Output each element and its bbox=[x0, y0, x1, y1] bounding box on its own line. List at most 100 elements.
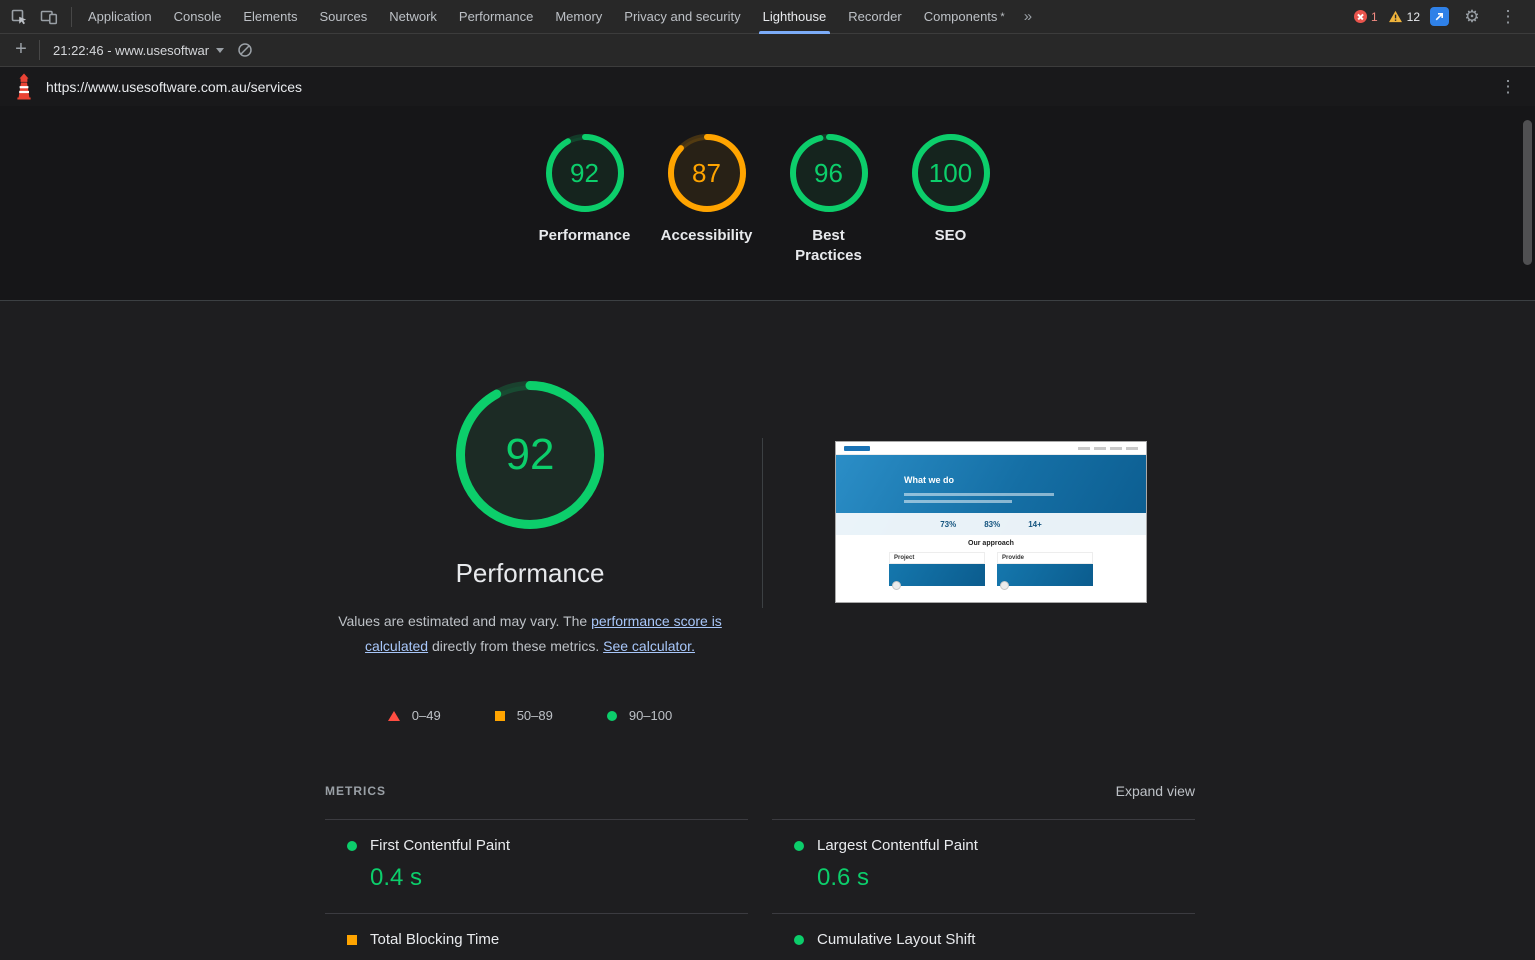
tab-console[interactable]: Console bbox=[163, 0, 233, 34]
tab-network[interactable]: Network bbox=[378, 0, 448, 34]
metric-first-contentful-paint: First Contentful Paint 0.4 s bbox=[325, 819, 748, 913]
thumb-card-label: Provide bbox=[997, 552, 1093, 564]
metrics-title: METRICS bbox=[325, 784, 386, 798]
devtools-window: Application Console Elements Sources Net… bbox=[0, 0, 1535, 960]
category-label: Performance bbox=[539, 226, 631, 246]
thumb-stat: 73% bbox=[940, 520, 956, 529]
legend-range: 0–49 bbox=[412, 708, 441, 723]
error-icon bbox=[1354, 10, 1367, 23]
warning-icon bbox=[1388, 10, 1403, 23]
metrics-header: METRICS Expand view bbox=[325, 783, 1195, 799]
report-menu-icon[interactable]: ⋮ bbox=[1495, 74, 1521, 100]
dropdown-caret-icon bbox=[216, 48, 224, 53]
inspect-icon[interactable] bbox=[6, 4, 32, 30]
category-label: Best Practices bbox=[779, 226, 879, 266]
new-report-button[interactable]: + bbox=[8, 37, 34, 63]
lighthouse-report: 92 Performance 87 Accessibility 96 Best … bbox=[0, 106, 1535, 959]
metrics-section: METRICS Expand view First Contentful Pai… bbox=[325, 783, 1195, 959]
metric-largest-contentful-paint: Largest Contentful Paint 0.6 s bbox=[772, 819, 1195, 913]
metric-status-icon bbox=[794, 935, 804, 945]
thumb-hero: What we do 73% 83% 14+ bbox=[836, 455, 1146, 535]
best-practices-score-gauge: 96 bbox=[790, 134, 868, 212]
accessibility-score-gauge: 87 bbox=[668, 134, 746, 212]
extension-icon[interactable] bbox=[1430, 7, 1449, 26]
legend-range: 50–89 bbox=[517, 708, 553, 723]
tab-recorder[interactable]: Recorder bbox=[837, 0, 912, 34]
thumb-card-image bbox=[889, 564, 985, 586]
tab-memory[interactable]: Memory bbox=[544, 0, 613, 34]
thumb-stat: 83% bbox=[984, 520, 1000, 529]
thumb-logo bbox=[844, 446, 870, 451]
scrollbar[interactable] bbox=[1523, 120, 1532, 265]
error-count: 1 bbox=[1371, 10, 1378, 24]
legend-range: 90–100 bbox=[629, 708, 672, 723]
metric-cumulative-layout-shift: Cumulative Layout Shift bbox=[772, 913, 1195, 959]
seo-score-gauge: 100 bbox=[912, 134, 990, 212]
warning-count: 12 bbox=[1407, 10, 1420, 24]
thumb-nav bbox=[836, 442, 1146, 455]
metric-status-icon bbox=[347, 935, 357, 945]
tab-application[interactable]: Application bbox=[77, 0, 163, 34]
report-selector-dropdown[interactable]: 21:22:46 - www.usesoftwar bbox=[45, 37, 232, 63]
lighthouse-run-bar: + 21:22:46 - www.usesoftwar bbox=[0, 34, 1535, 67]
metric-total-blocking-time: Total Blocking Time bbox=[325, 913, 748, 959]
tab-components[interactable]: Components * bbox=[913, 0, 1016, 34]
performance-main-gauge: 92 bbox=[456, 381, 604, 529]
category-seo[interactable]: 100 SEO bbox=[895, 134, 1007, 300]
toolbar-separator bbox=[71, 7, 72, 27]
category-accessibility[interactable]: 87 Accessibility bbox=[651, 134, 763, 300]
legend-fail: 0–49 bbox=[388, 708, 441, 723]
devtools-menu-icon[interactable]: ⋮ bbox=[1495, 4, 1521, 30]
average-square-icon bbox=[495, 711, 505, 721]
score-legend: 0–49 50–89 90–100 bbox=[305, 708, 755, 723]
tab-performance[interactable]: Performance bbox=[448, 0, 544, 34]
device-toolbar-icon[interactable] bbox=[36, 4, 62, 30]
lighthouse-icon bbox=[14, 73, 34, 100]
thumb-card-image bbox=[997, 564, 1093, 586]
category-performance[interactable]: 92 Performance bbox=[529, 134, 641, 300]
expand-view-button[interactable]: Expand view bbox=[1116, 783, 1195, 799]
thumb-avatar bbox=[1000, 581, 1009, 590]
clear-reports-icon[interactable] bbox=[232, 37, 258, 63]
toolbar-right-icons: 1 12 ⚙ ⋮ bbox=[1354, 4, 1529, 30]
tab-elements[interactable]: Elements bbox=[232, 0, 308, 34]
report-selector-label: 21:22:46 - www.usesoftwar bbox=[53, 43, 209, 58]
tab-privacy-and-security[interactable]: Privacy and security bbox=[613, 0, 751, 34]
vertical-divider bbox=[762, 438, 763, 608]
thumb-hero-title: What we do bbox=[904, 475, 954, 485]
metric-name: First Contentful Paint bbox=[370, 837, 510, 854]
runbar-separator bbox=[39, 40, 40, 60]
tab-components-label: Components bbox=[924, 9, 998, 24]
category-best-practices[interactable]: 96 Best Practices bbox=[773, 134, 885, 300]
description-text: directly from these metrics. bbox=[428, 638, 603, 654]
report-url: https://www.usesoftware.com.au/services bbox=[46, 79, 302, 95]
category-label: Accessibility bbox=[661, 226, 753, 246]
tab-lighthouse[interactable]: Lighthouse bbox=[752, 0, 838, 34]
thumb-section-title: Our approach bbox=[836, 535, 1146, 551]
warning-count-badge[interactable]: 12 bbox=[1388, 10, 1420, 24]
score-summary: 92 Performance 87 Accessibility 96 Best … bbox=[0, 106, 1535, 301]
thumb-nav-links bbox=[1078, 447, 1138, 450]
see-calculator-link[interactable]: See calculator. bbox=[603, 638, 695, 654]
metric-status-icon bbox=[794, 841, 804, 851]
toolbar-left-icons bbox=[6, 4, 77, 30]
report-url-bar: https://www.usesoftware.com.au/services … bbox=[0, 67, 1535, 106]
page-screenshot-thumbnail: What we do 73% 83% 14+ Our approach Proj… bbox=[835, 441, 1147, 603]
thumb-card: Provide bbox=[997, 552, 1093, 586]
thumb-stats: 73% 83% 14+ bbox=[836, 513, 1146, 535]
performance-score-gauge: 92 bbox=[546, 134, 624, 212]
metric-name: Total Blocking Time bbox=[370, 931, 499, 948]
more-tabs-button[interactable]: » bbox=[1016, 0, 1040, 34]
thumb-text-line bbox=[904, 500, 1012, 503]
settings-gear-icon[interactable]: ⚙ bbox=[1459, 4, 1485, 30]
thumb-card: Project bbox=[889, 552, 985, 586]
metric-name: Cumulative Layout Shift bbox=[817, 931, 975, 948]
thumb-stat: 14+ bbox=[1028, 520, 1042, 529]
components-badge-icon: * bbox=[1000, 11, 1004, 23]
tab-sources[interactable]: Sources bbox=[309, 0, 379, 34]
metrics-left-column: First Contentful Paint 0.4 s Total Block… bbox=[325, 819, 748, 959]
error-count-badge[interactable]: 1 bbox=[1354, 10, 1378, 24]
category-label: SEO bbox=[935, 226, 967, 246]
legend-pass: 90–100 bbox=[607, 708, 672, 723]
devtools-toolbar: Application Console Elements Sources Net… bbox=[0, 0, 1535, 34]
